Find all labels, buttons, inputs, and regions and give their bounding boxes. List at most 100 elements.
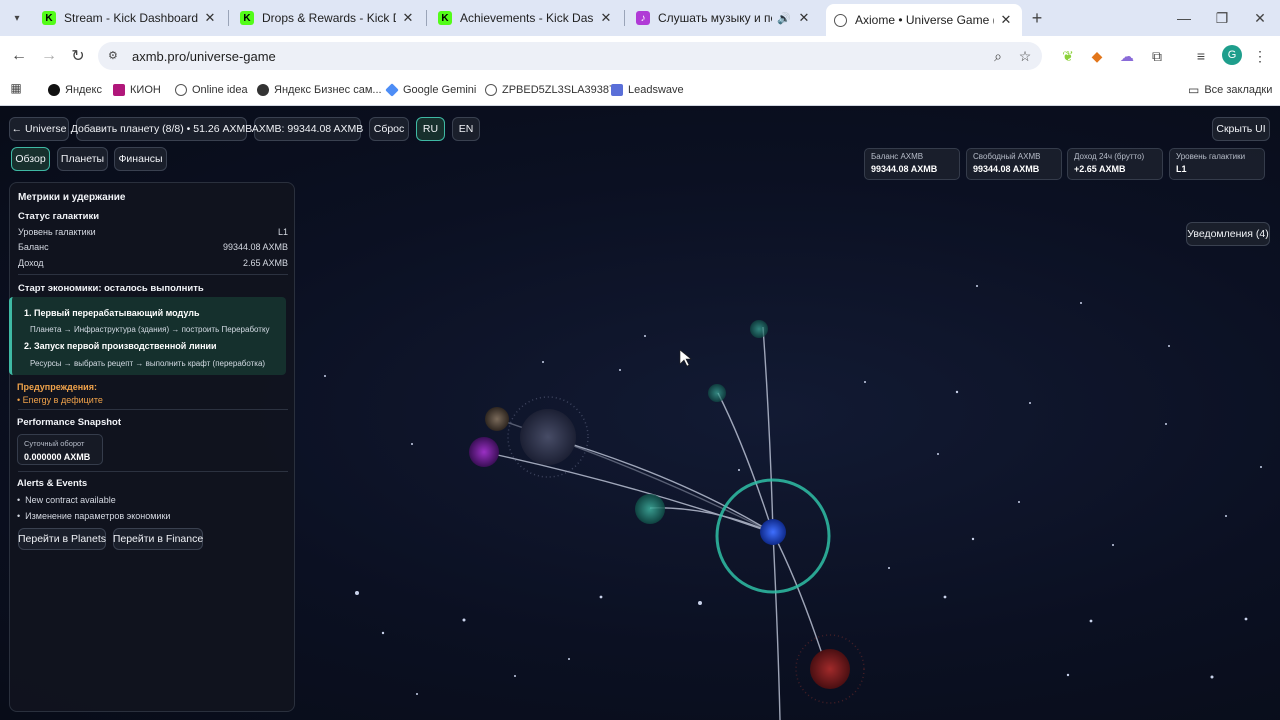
restore-icon[interactable]: ❐ bbox=[1212, 8, 1232, 28]
notifications-button[interactable]: Уведомления (4) bbox=[1186, 222, 1270, 246]
tab-title: Drops & Rewards - Kick Dashbo bbox=[262, 11, 396, 25]
planet-red[interactable] bbox=[810, 649, 850, 689]
leadswave-icon bbox=[611, 84, 623, 96]
bookmark-yandex-business[interactable]: Яндекс Бизнес сам... bbox=[257, 81, 382, 99]
tab-finance[interactable]: Финансы bbox=[114, 147, 167, 171]
goto-planets-button[interactable]: Перейти в Planets bbox=[18, 528, 106, 550]
planet-teal[interactable] bbox=[635, 494, 665, 524]
stat-value: L1 bbox=[1176, 164, 1187, 174]
row-value: L1 bbox=[277, 227, 288, 237]
stat-label: Уровень галактики bbox=[1176, 152, 1246, 161]
back-icon[interactable]: ← bbox=[8, 45, 30, 67]
zoom-icon[interactable]: ⌕ bbox=[988, 46, 1008, 66]
universe-button[interactable]: ← Universe bbox=[9, 117, 69, 141]
kick-icon: K bbox=[240, 11, 254, 25]
avatar[interactable]: G bbox=[1222, 45, 1242, 65]
stat-label: Баланс AXMB bbox=[871, 152, 924, 161]
bookmark-label: Яндекс bbox=[65, 84, 102, 96]
stat-level: Уровень галактики L1 bbox=[1169, 148, 1265, 180]
globe-icon bbox=[834, 13, 847, 27]
tab-3[interactable]: ♪ Слушать музыку и песни о 🔊 ✕ bbox=[628, 4, 820, 32]
bookmark-code[interactable]: ZPBED5ZL3SLA39387 bbox=[485, 81, 615, 99]
stat-value: 99344.08 AXMB bbox=[973, 164, 1040, 174]
close-window-icon[interactable]: ✕ bbox=[1250, 8, 1270, 28]
quest-hint: Ресурсы → выбрать рецепт → выполнить кра… bbox=[30, 359, 266, 368]
folder-icon: ▭ bbox=[1188, 83, 1200, 97]
planet-teal-small[interactable] bbox=[750, 320, 768, 338]
planet-blue[interactable] bbox=[760, 519, 786, 545]
tab-search-icon[interactable]: ▾ bbox=[8, 9, 26, 27]
tab-title: Stream - Kick Dashboard bbox=[64, 11, 198, 25]
close-icon[interactable]: ✕ bbox=[598, 10, 614, 26]
media-icon[interactable]: ≡ bbox=[1191, 46, 1211, 66]
economy-title: Старт экономики: осталось выполнить bbox=[18, 283, 204, 294]
divider bbox=[228, 10, 229, 26]
tab-4[interactable]: Axiome • Universe Game (beta) ✕ bbox=[826, 4, 1022, 36]
planet-gray[interactable] bbox=[520, 409, 576, 465]
panel-title: Метрики и удержание bbox=[18, 192, 126, 203]
close-icon[interactable]: ✕ bbox=[202, 10, 218, 26]
globe-icon bbox=[175, 84, 187, 96]
extension-leaf-icon[interactable]: ❦ bbox=[1058, 46, 1078, 66]
lang-en-button[interactable]: EN bbox=[452, 117, 480, 141]
new-tab-icon[interactable]: + bbox=[1027, 8, 1047, 28]
perf-value: 0.000000 AXMB bbox=[24, 452, 91, 462]
stat-income: Доход 24ч (брутто) +2.65 AXMB bbox=[1067, 148, 1163, 180]
extension-cloud-icon[interactable]: ☁ bbox=[1117, 46, 1137, 66]
reset-button[interactable]: Сброс bbox=[369, 117, 409, 141]
warning-item: • Energy в дефиците bbox=[17, 395, 103, 405]
goto-finance-button[interactable]: Перейти в Finance bbox=[113, 528, 203, 550]
bookmark-label: КИОН bbox=[130, 84, 161, 96]
apps-icon[interactable]: ▦ bbox=[8, 80, 24, 96]
status-row: Баланс 99344.08 AXMB bbox=[18, 242, 288, 252]
planet-brown[interactable] bbox=[485, 407, 509, 431]
quest-title: 1. Первый перерабатывающий модуль bbox=[24, 308, 200, 318]
alert-item: • Изменение параметров экономики bbox=[17, 511, 171, 521]
all-bookmarks[interactable]: ▭ Все закладки bbox=[1188, 81, 1272, 99]
forward-icon[interactable]: → bbox=[38, 45, 60, 67]
tab-planets[interactable]: Планеты bbox=[57, 147, 108, 171]
bookmark-label: Все закладки bbox=[1204, 84, 1273, 96]
alert-text: New contract available bbox=[25, 495, 116, 505]
minimize-icon[interactable]: — bbox=[1174, 8, 1194, 28]
close-icon[interactable]: ✕ bbox=[998, 12, 1014, 28]
alert-item: • New contract available bbox=[17, 495, 116, 505]
status-row: Доход 2.65 AXMB bbox=[18, 258, 288, 268]
tab-2[interactable]: K Achievements - Kick Dashboard ✕ bbox=[430, 4, 622, 32]
tab-overview[interactable]: Обзор bbox=[11, 147, 50, 171]
stat-value: 99344.08 AXMB bbox=[871, 164, 938, 174]
axmb-balance-button[interactable]: AXMB: 99344.08 AXMB bbox=[252, 117, 363, 141]
music-icon: ♪ bbox=[636, 11, 650, 25]
close-icon[interactable]: ✕ bbox=[400, 10, 416, 26]
bookmark-leadswave[interactable]: Leadswave bbox=[611, 81, 684, 99]
tab-title: Слушать музыку и песни о bbox=[658, 11, 772, 25]
bookmark-yandex[interactable]: Яндекс bbox=[48, 81, 102, 99]
bookmark-gemini[interactable]: Google Gemini bbox=[385, 81, 476, 99]
bookmark-online-idea[interactable]: Online idea bbox=[175, 81, 248, 99]
lang-ru-button[interactable]: RU bbox=[416, 117, 445, 141]
alert-text: Изменение параметров экономики bbox=[25, 511, 171, 521]
hide-ui-button[interactable]: Скрыть UI bbox=[1212, 117, 1270, 141]
warnings-title: Предупреждения: bbox=[17, 382, 97, 392]
row-label: Уровень галактики bbox=[18, 227, 96, 237]
menu-icon[interactable]: ⋮ bbox=[1252, 46, 1268, 66]
tab-1[interactable]: K Drops & Rewards - Kick Dashbo ✕ bbox=[232, 4, 424, 32]
planet-teal-mid[interactable] bbox=[708, 384, 726, 402]
url-text: axmb.pro/universe-game bbox=[132, 49, 276, 64]
add-planet-button[interactable]: Добавить планету (8/8) • 51.26 AXMB bbox=[71, 117, 252, 141]
close-icon[interactable]: ✕ bbox=[796, 10, 812, 26]
metamask-icon[interactable]: ◆ bbox=[1087, 46, 1107, 66]
divider bbox=[426, 10, 427, 26]
planet-purple[interactable] bbox=[469, 437, 499, 467]
tab-0[interactable]: K Stream - Kick Dashboard ✕ bbox=[34, 4, 226, 32]
bookmark-kion[interactable]: КИОН bbox=[113, 81, 161, 99]
star-icon[interactable]: ☆ bbox=[1015, 46, 1035, 66]
reload-icon[interactable]: ↻ bbox=[67, 45, 89, 67]
extensions-icon[interactable]: ⧉ bbox=[1147, 46, 1167, 66]
bookmark-label: Online idea bbox=[192, 84, 248, 96]
divider bbox=[18, 274, 288, 275]
speaker-icon[interactable]: 🔊 bbox=[776, 12, 792, 25]
bookmark-label: Яндекс Бизнес сам... bbox=[274, 84, 382, 96]
address-bar[interactable]: ⚙ axmb.pro/universe-game bbox=[98, 42, 1042, 70]
site-info-icon[interactable]: ⚙ bbox=[108, 49, 118, 62]
